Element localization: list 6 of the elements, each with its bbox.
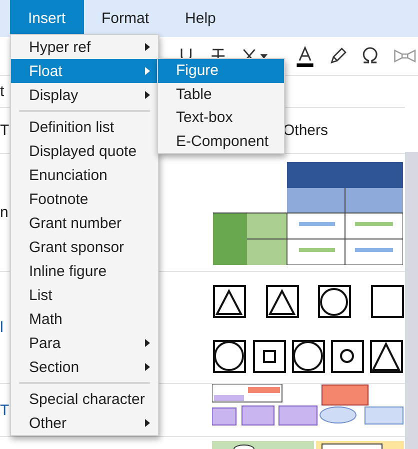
document-text: n xyxy=(0,204,8,221)
document-text: t xyxy=(0,83,4,100)
document-text: T xyxy=(0,122,10,139)
column-heading: Others xyxy=(283,122,328,139)
document-text: l xyxy=(0,319,4,336)
document-text: T xyxy=(0,402,10,418)
